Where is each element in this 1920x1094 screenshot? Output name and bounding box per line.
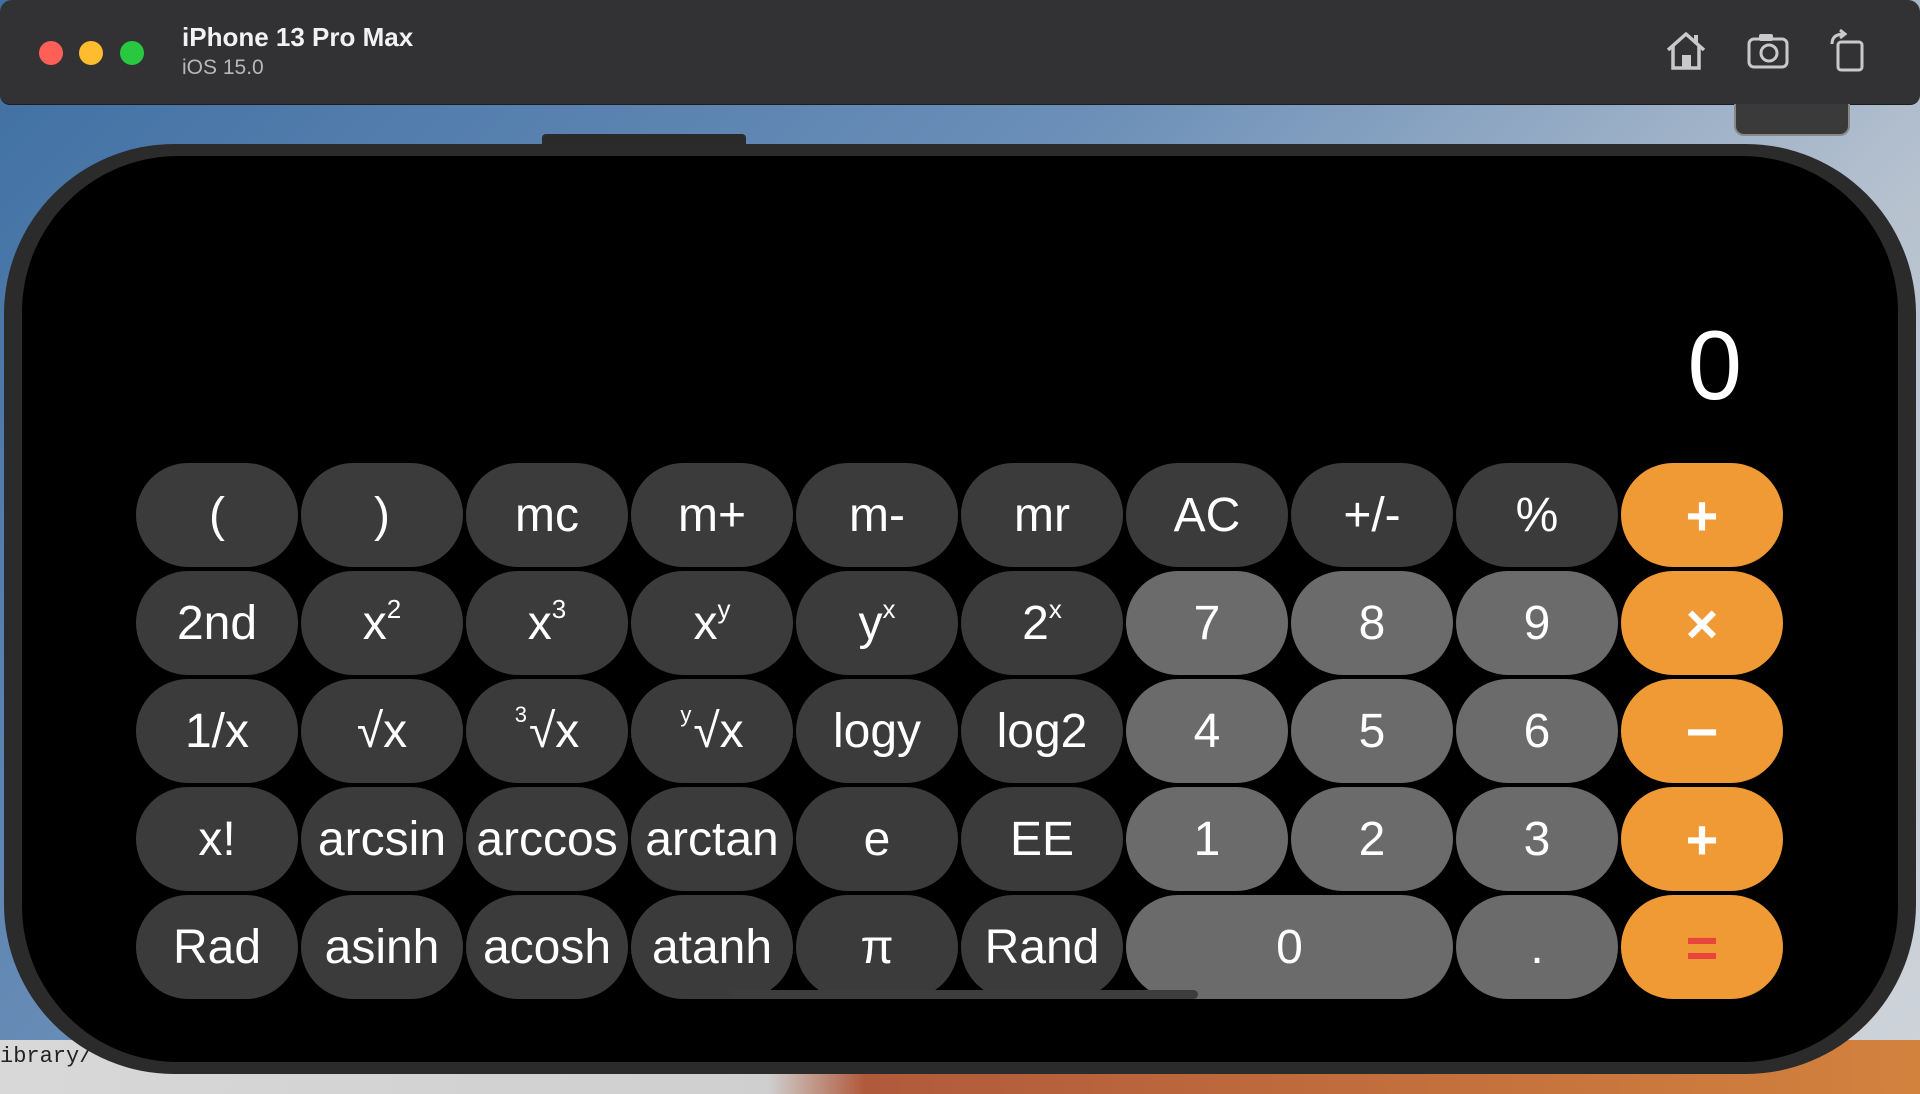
home-icon[interactable] [1663, 28, 1709, 74]
key-x-cubed-base: x [527, 596, 552, 650]
key-4[interactable]: 4 [1126, 679, 1288, 783]
key-2-power-x[interactable]: 2x [961, 571, 1123, 675]
key-x-power-y-exp: y [717, 593, 731, 624]
key-log2[interactable]: log2 [961, 679, 1123, 783]
key-8[interactable]: 8 [1291, 571, 1453, 675]
screenshot-icon[interactable] [1745, 28, 1791, 74]
key-close-paren[interactable]: ) [301, 463, 463, 567]
key-y-root[interactable]: y √x [631, 679, 793, 783]
key-divide[interactable]: + [1621, 463, 1783, 567]
key-multiply[interactable]: × [1621, 571, 1783, 675]
key-7[interactable]: 7 [1126, 571, 1288, 675]
key-y-root-label: √x [693, 704, 744, 758]
key-add[interactable]: + [1621, 787, 1783, 891]
key-acosh[interactable]: acosh [466, 895, 628, 999]
key-arcsin[interactable]: arcsin [301, 787, 463, 891]
key-rand[interactable]: Rand [961, 895, 1123, 999]
key-y-power-x[interactable]: yx [796, 571, 958, 675]
key-factorial[interactable]: x! [136, 787, 298, 891]
key-mr[interactable]: mr [961, 463, 1123, 567]
key-6[interactable]: 6 [1456, 679, 1618, 783]
key-asinh[interactable]: asinh [301, 895, 463, 999]
key-3[interactable]: 3 [1456, 787, 1618, 891]
os-version: iOS 15.0 [182, 56, 264, 79]
key-y-power-x-exp: x [882, 593, 896, 624]
device-frame: 0 ( ) mc m+ m- mr AC +/- % + 2nd x2 x3 x… [4, 144, 1916, 1074]
key-logy[interactable]: logy [796, 679, 958, 783]
key-mc[interactable]: mc [466, 463, 628, 567]
device-title: iPhone 13 Pro Max [182, 22, 414, 52]
result-display: 0 [1687, 310, 1742, 420]
key-arctan[interactable]: arctan [631, 787, 793, 891]
key-9[interactable]: 9 [1456, 571, 1618, 675]
key-m-minus[interactable]: m- [796, 463, 958, 567]
key-arccos[interactable]: arccos [466, 787, 628, 891]
calculator-screen: 0 ( ) mc m+ m- mr AC +/- % + 2nd x2 x3 x… [22, 156, 1898, 1062]
key-2-power-x-base: 2 [1022, 596, 1049, 650]
key-pi[interactable]: π [796, 895, 958, 999]
key-reciprocal[interactable]: 1/x [136, 679, 298, 783]
simulator-titlebar: iPhone 13 Pro Max iOS 15.0 [0, 0, 1920, 105]
key-0[interactable]: 0 [1126, 895, 1453, 999]
key-x-squared-base: x [362, 596, 387, 650]
key-equals[interactable]: = [1621, 895, 1783, 999]
key-percent[interactable]: % [1456, 463, 1618, 567]
key-1[interactable]: 1 [1126, 787, 1288, 891]
key-cube-root[interactable]: 3 √x [466, 679, 628, 783]
key-x-squared[interactable]: x2 [301, 571, 463, 675]
close-button[interactable] [39, 41, 63, 65]
key-cube-root-index: 3 [514, 702, 527, 727]
key-e[interactable]: e [796, 787, 958, 891]
key-x-cubed-exp: 3 [551, 593, 567, 624]
key-sqrt[interactable]: √x [301, 679, 463, 783]
key-atanh[interactable]: atanh [631, 895, 793, 999]
home-indicator[interactable] [728, 990, 1198, 999]
key-x-power-y[interactable]: xy [631, 571, 793, 675]
key-rad[interactable]: Rad [136, 895, 298, 999]
rotate-icon[interactable] [1826, 28, 1872, 74]
key-2nd[interactable]: 2nd [136, 571, 298, 675]
key-2-power-x-exp: x [1048, 593, 1062, 624]
zoom-button[interactable] [120, 41, 144, 65]
key-ac[interactable]: AC [1126, 463, 1288, 567]
key-decimal[interactable]: . [1456, 895, 1618, 999]
key-cube-root-label: √x [528, 704, 580, 758]
key-2[interactable]: 2 [1291, 787, 1453, 891]
volume-button [1734, 104, 1850, 136]
key-plus-minus[interactable]: +/- [1291, 463, 1453, 567]
key-ee[interactable]: EE [961, 787, 1123, 891]
key-x-cubed[interactable]: x3 [466, 571, 628, 675]
minimize-button[interactable] [79, 41, 103, 65]
key-y-power-x-base: y [858, 596, 883, 650]
terminal-text: ibrary/ [0, 1044, 93, 1069]
key-m-plus[interactable]: m+ [631, 463, 793, 567]
key-x-squared-exp: 2 [386, 593, 402, 624]
key-x-power-y-base: x [693, 596, 718, 650]
key-y-root-index: y [680, 702, 692, 727]
key-subtract[interactable]: − [1621, 679, 1783, 783]
key-5[interactable]: 5 [1291, 679, 1453, 783]
key-open-paren[interactable]: ( [136, 463, 298, 567]
